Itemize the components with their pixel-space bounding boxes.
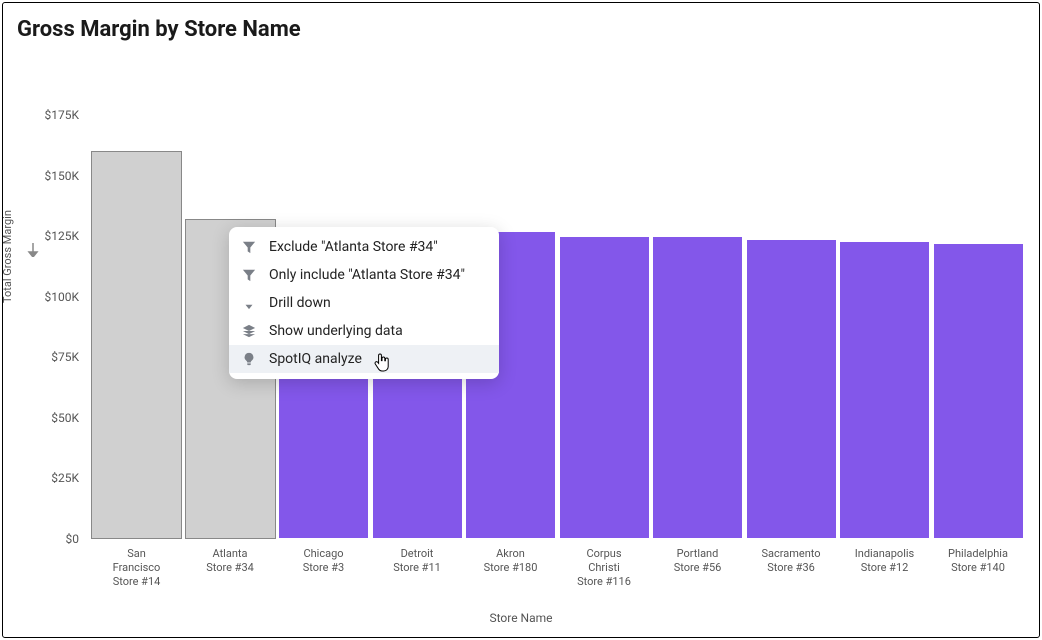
sort-descending-icon[interactable]: [27, 243, 39, 261]
bar[interactable]: [933, 243, 1024, 539]
x-tick-label: Detroit Store #11: [371, 547, 464, 575]
y-tick-label: $75K: [9, 350, 79, 364]
x-tick-label: Atlanta Store #34: [184, 547, 277, 575]
filter-icon: [241, 239, 257, 255]
x-tick-label: Akron Store #180: [464, 547, 557, 575]
y-tick-label: $50K: [9, 411, 79, 425]
layers-icon: [241, 323, 257, 339]
bar[interactable]: [839, 241, 930, 539]
context-menu-item[interactable]: Drill down: [229, 289, 499, 317]
x-tick-label: Portland Store #56: [651, 547, 744, 575]
context-menu-item[interactable]: Exclude "Atlanta Store #34": [229, 233, 499, 261]
x-tick-label: Philadelphia Store #140: [932, 547, 1025, 575]
y-tick-label: $175K: [9, 108, 79, 122]
bulb-icon: [241, 351, 257, 367]
context-menu-item-label: Drill down: [269, 295, 331, 311]
chart-frame: Gross Margin by Store Name Total Gross M…: [2, 2, 1040, 638]
context-menu-item-label: Show underlying data: [269, 323, 403, 339]
y-tick-label: $0: [9, 532, 79, 546]
context-menu-item-label: SpotIQ analyze: [269, 351, 362, 367]
x-tick-label: Indianapolis Store #12: [838, 547, 931, 575]
drill-down-icon: [241, 295, 257, 311]
y-tick-label: $150K: [9, 169, 79, 183]
x-tick-label: San Francisco Store #14: [90, 547, 183, 588]
y-tick-label: $25K: [9, 471, 79, 485]
filter-icon: [241, 267, 257, 283]
context-menu-item-label: Exclude "Atlanta Store #34": [269, 239, 438, 255]
y-tick-label: $125K: [9, 229, 79, 243]
context-menu[interactable]: Exclude "Atlanta Store #34" Only include …: [229, 227, 499, 379]
bar[interactable]: [652, 236, 743, 539]
context-menu-item[interactable]: Show underlying data: [229, 317, 499, 345]
bar[interactable]: [91, 151, 182, 539]
x-axis-title: Store Name: [3, 611, 1039, 625]
x-tick-label: Sacramento Store #36: [745, 547, 838, 575]
context-menu-item-label: Only include "Atlanta Store #34": [269, 267, 465, 283]
bar[interactable]: [746, 239, 837, 539]
x-tick-label: Chicago Store #3: [277, 547, 370, 575]
chart-title: Gross Margin by Store Name: [17, 17, 301, 42]
context-menu-item[interactable]: Only include "Atlanta Store #34": [229, 261, 499, 289]
context-menu-item[interactable]: SpotIQ analyze: [229, 345, 499, 373]
bar[interactable]: [559, 236, 650, 539]
y-tick-label: $100K: [9, 290, 79, 304]
x-tick-label: Corpus Christi Store #116: [558, 547, 651, 588]
